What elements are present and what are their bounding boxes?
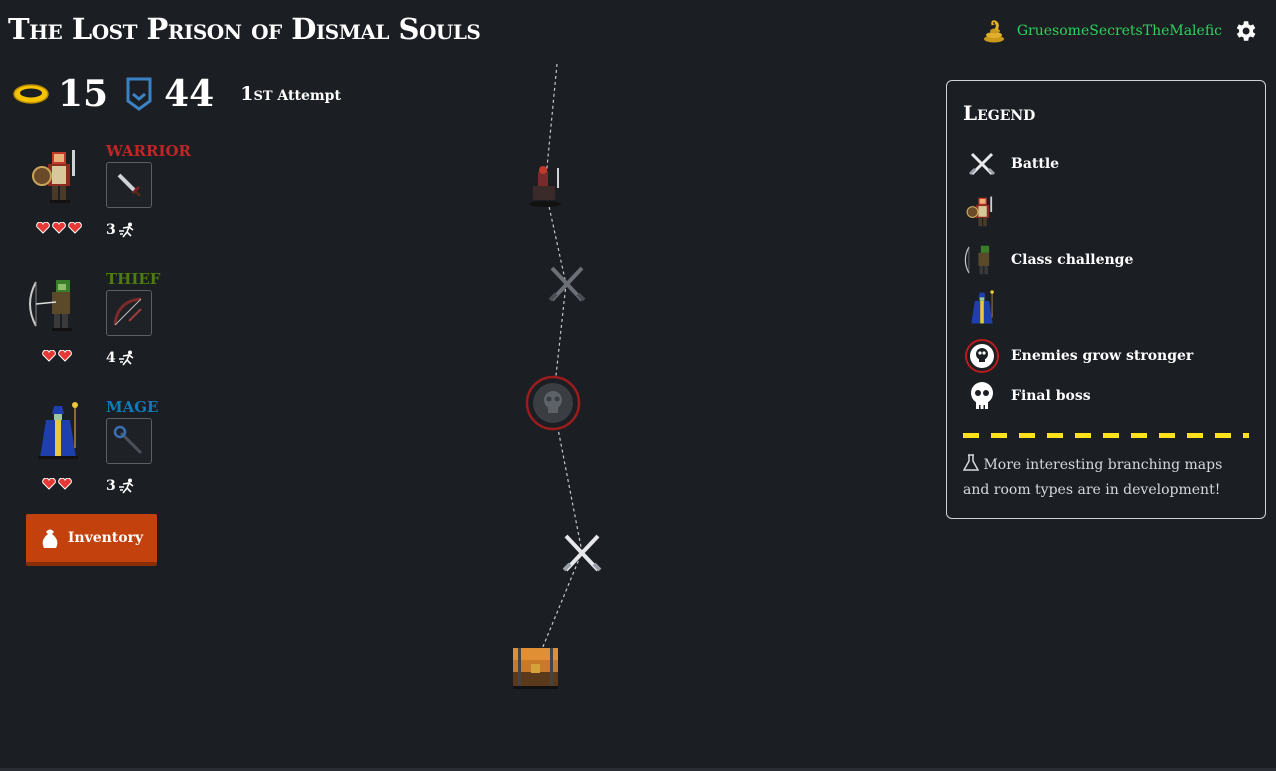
legend-item-final-boss: Final boss — [963, 377, 1091, 415]
archer-sprite — [964, 245, 990, 275]
map-node-class-challenge[interactable] — [529, 166, 561, 207]
legend-item-mage — [963, 289, 1011, 327]
legend-item-enemies-stronger: Enemies grow stronger — [963, 337, 1193, 375]
development-note-text: More interesting branching maps and room… — [963, 457, 1223, 498]
legend-label: Class challenge — [1011, 252, 1134, 268]
mage-sprite — [971, 290, 994, 324]
development-note: More interesting branching maps and room… — [962, 453, 1253, 503]
map-node-battle-active[interactable] — [562, 534, 602, 572]
legend-item-class-challenge: Class challenge — [963, 241, 1133, 279]
map-node-battle-inactive[interactable] — [548, 266, 586, 302]
legend-label: Battle — [1011, 156, 1060, 172]
skull-ring-icon — [965, 339, 999, 373]
map-node-enemies-stronger[interactable] — [525, 375, 581, 431]
skull-icon — [971, 382, 993, 409]
warrior-sprite — [966, 196, 993, 227]
legend-title: Legend — [963, 101, 1036, 125]
legend-panel: Legend Battle Class challenge Enemies gr… — [946, 80, 1266, 519]
legend-item-battle: Battle — [963, 145, 1059, 183]
map-node-treasure-chest[interactable] — [513, 648, 558, 689]
map-path — [534, 63, 583, 667]
crossed-swords-icon — [968, 152, 996, 176]
flask-icon — [962, 454, 980, 471]
hazard-divider — [963, 433, 1249, 438]
legend-label: Enemies grow stronger — [1011, 348, 1194, 364]
legend-item-warrior — [963, 193, 1011, 231]
legend-label: Final boss — [1011, 388, 1091, 404]
